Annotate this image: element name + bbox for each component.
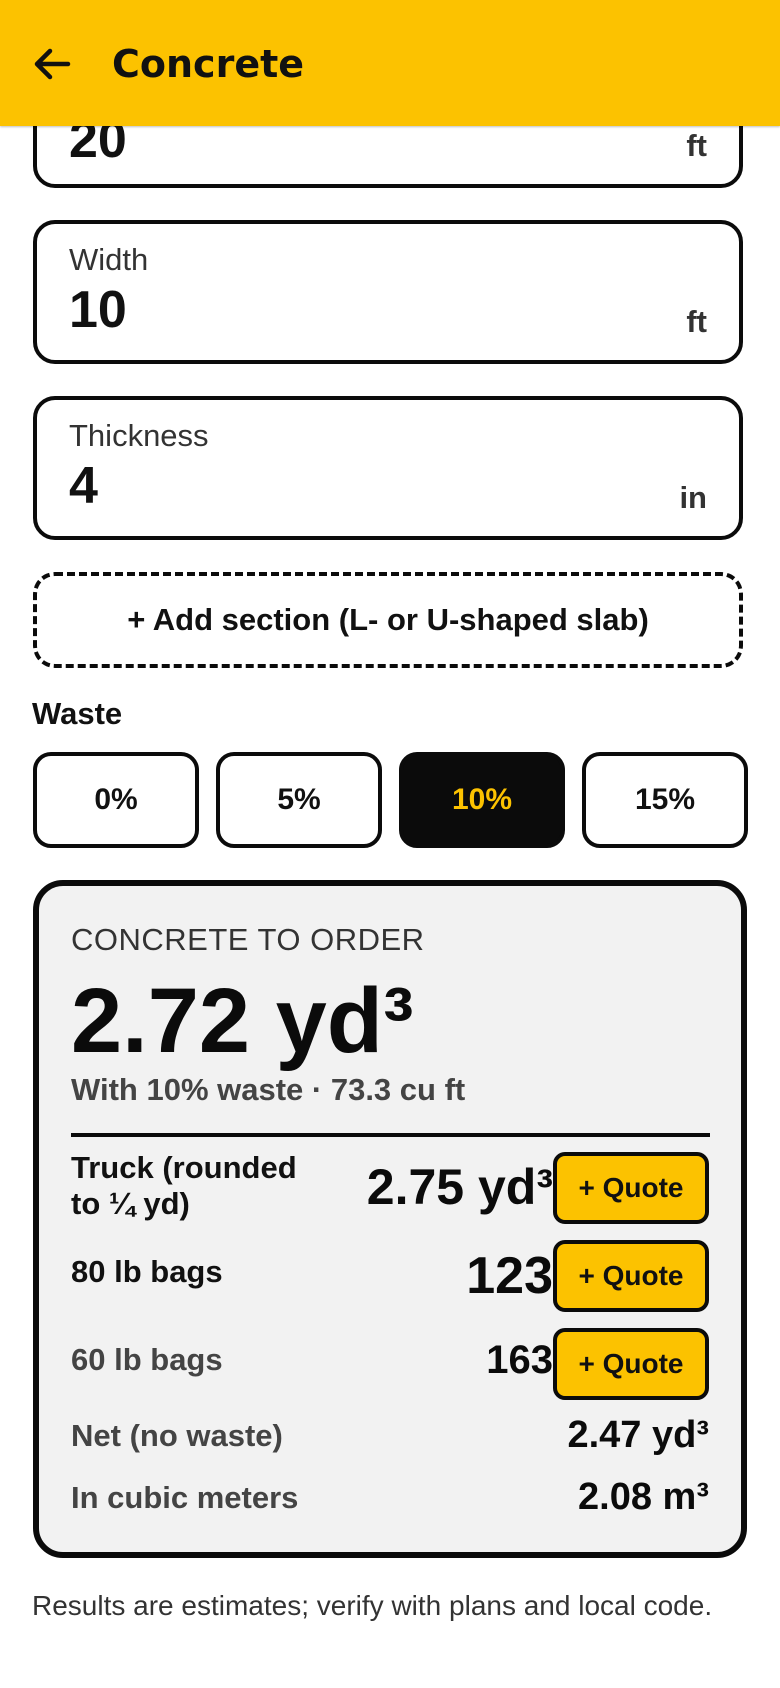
bags80-value: 123 <box>466 1247 553 1305</box>
result-total: 2.72 yd³ <box>71 970 414 1072</box>
metric-label: In cubic meters <box>71 1480 299 1515</box>
add-section-button[interactable]: + Add section (L- or U-shaped slab) <box>33 572 743 668</box>
disclaimer-text: Results are estimates; verify with plans… <box>32 1590 713 1621</box>
net-value: 2.47 yd³ <box>567 1414 709 1456</box>
thickness-label: Thickness <box>69 418 209 453</box>
waste-option-5[interactable]: 5% <box>216 752 382 848</box>
bags80-label: 80 lb bags <box>71 1254 223 1289</box>
thickness-value: 4 <box>69 457 98 515</box>
arrow-left-icon <box>34 48 71 80</box>
result-heading: CONCRETE TO ORDER <box>71 922 425 957</box>
back-button[interactable] <box>28 40 76 88</box>
width-value: 10 <box>69 281 127 339</box>
width-field[interactable]: Width 10 ft <box>33 220 743 364</box>
result-divider <box>71 1133 710 1137</box>
truck-quote-button[interactable]: + Quote <box>553 1152 709 1224</box>
width-unit: ft <box>686 304 707 339</box>
bags60-quote-button[interactable]: + Quote <box>553 1328 709 1400</box>
truck-value: 2.75 yd³ <box>366 1159 553 1215</box>
waste-label: Waste <box>32 696 123 731</box>
truck-label: Truck (rounded to ¼ yd) <box>71 1150 297 1221</box>
waste-option-10[interactable]: 10% <box>399 752 565 848</box>
thickness-field[interactable]: Thickness 4 in <box>33 396 743 540</box>
bags60-label: 60 lb bags <box>71 1342 223 1377</box>
result-card: CONCRETE TO ORDER 2.72 yd³ With 10% wast… <box>33 880 747 1558</box>
bags80-quote-button[interactable]: + Quote <box>553 1240 709 1312</box>
bags60-value: 163 <box>486 1338 553 1382</box>
metric-value: 2.08 m³ <box>578 1476 709 1518</box>
length-unit: ft <box>686 128 707 163</box>
thickness-unit: in <box>679 480 707 515</box>
net-label: Net (no waste) <box>71 1418 283 1453</box>
width-label: Width <box>69 242 149 277</box>
app-bar: Concrete <box>0 0 780 126</box>
page-title: Concrete <box>112 42 305 86</box>
waste-option-15[interactable]: 15% <box>582 752 748 848</box>
result-subtitle: With 10% waste · 73.3 cu ft <box>71 1072 466 1107</box>
waste-option-0[interactable]: 0% <box>33 752 199 848</box>
